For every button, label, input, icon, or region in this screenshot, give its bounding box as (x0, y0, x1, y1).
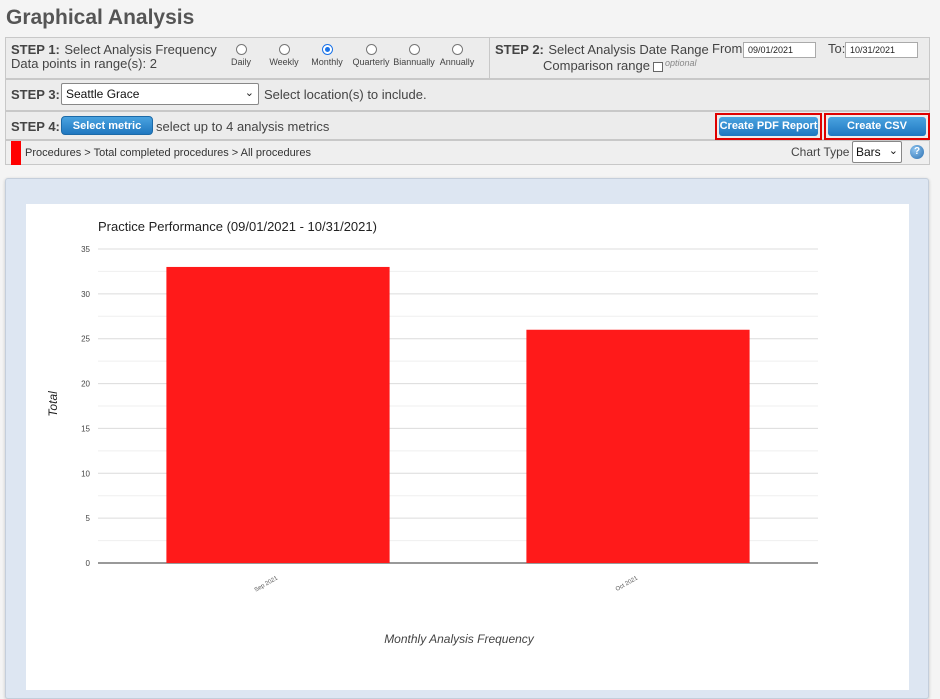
step-4-label: STEP 4: (11, 119, 60, 134)
datapoints-count: Data points in range(s): 2 (11, 56, 157, 71)
chart-title: Practice Performance (09/01/2021 - 10/31… (98, 219, 377, 234)
create-pdf-report-highlight: Create PDF Report (715, 113, 822, 140)
radio-biannually[interactable] (408, 44, 420, 55)
help-icon[interactable]: ? (910, 145, 924, 159)
x-axis-label: Monthly Analysis Frequency (384, 632, 535, 646)
y-tick-label: 30 (81, 290, 90, 299)
step-2-label: STEP 2: (495, 42, 544, 57)
step-3-text: Select location(s) to include. (264, 87, 427, 102)
chevron-down-icon: ⌄ (888, 145, 898, 157)
comparison-range: Comparison range optional (543, 58, 696, 73)
optional-note: optional (664, 58, 697, 68)
radio-daily[interactable] (235, 44, 247, 55)
metric-color-swatch (11, 141, 21, 165)
radio-weekly[interactable] (278, 44, 290, 55)
y-tick-label: 20 (81, 380, 90, 389)
location-select-value: Seattle Grace (66, 87, 140, 101)
step-2-text: Select Analysis Date Range (548, 42, 709, 57)
create-csv-report-highlight: Create CSV Report (824, 113, 930, 151)
from-label: From: (712, 41, 746, 56)
chart-frame: Practice Performance (09/01/2021 - 10/31… (5, 178, 929, 699)
chart-type-select[interactable]: Bars ⌄ (852, 141, 902, 163)
chart-card: Practice Performance (09/01/2021 - 10/31… (26, 204, 909, 690)
location-select[interactable]: Seattle Grace ⌄ (61, 83, 259, 105)
bar-chart: Practice Performance (09/01/2021 - 10/31… (46, 219, 818, 646)
metric-path: Procedures > Total completed procedures … (25, 147, 311, 159)
step-4-text: select up to 4 analysis metrics (156, 119, 330, 134)
page-title: Graphical Analysis (6, 6, 195, 29)
step-3-label: STEP 3: (11, 87, 60, 102)
to-label: To: (828, 41, 846, 56)
y-tick-label: 5 (86, 514, 91, 523)
bar-oct-2021[interactable] (526, 329, 750, 563)
y-tick-label: 15 (81, 424, 90, 433)
comparison-range-label: Comparison range (543, 58, 650, 73)
x-tick-label: Sep 2021 (254, 575, 280, 593)
step-1-label: STEP 1: (11, 42, 60, 57)
y-tick-label: 25 (81, 335, 90, 344)
chart-type-label: Chart Type (791, 145, 850, 159)
y-tick-label: 35 (81, 245, 90, 254)
create-pdf-report-button[interactable]: Create PDF Report (719, 117, 818, 136)
step-1-2-panel: STEP 1: Select Analysis Frequency Data p… (5, 37, 930, 79)
chevron-down-icon: ⌄ (244, 87, 254, 99)
from-date-input[interactable]: 09/01/2021 (743, 42, 816, 58)
comparison-range-checkbox[interactable] (652, 61, 663, 72)
step-3-panel: STEP 3: Seattle Grace ⌄ Select location(… (5, 79, 930, 111)
selected-metric-row: Procedures > Total completed procedures … (5, 140, 930, 165)
freq-option-annually[interactable]: Annually (427, 44, 487, 67)
radio-quarterly[interactable] (365, 44, 377, 55)
step-1-text: Select Analysis Frequency (64, 42, 217, 57)
step-1-section: STEP 1: Select Analysis Frequency Data p… (6, 38, 490, 78)
create-csv-report-button[interactable]: Create CSV Report (828, 117, 926, 151)
to-date-input[interactable]: 10/31/2021 (845, 42, 918, 58)
radio-monthly[interactable] (321, 44, 333, 55)
freq-label-annually: Annually (439, 57, 475, 67)
radio-annually[interactable] (451, 44, 463, 55)
select-metric-button[interactable]: Select metric (61, 116, 153, 135)
y-tick-label: 10 (81, 469, 90, 478)
y-tick-label: 0 (86, 559, 91, 568)
chart-type-value: Bars (856, 145, 881, 159)
bar-sep-2021[interactable] (166, 266, 390, 563)
x-tick-label: Oct 2021 (615, 575, 640, 593)
step-4-panel: STEP 4: Select metric select up to 4 ana… (5, 111, 930, 151)
y-axis-label: Total (46, 391, 60, 417)
